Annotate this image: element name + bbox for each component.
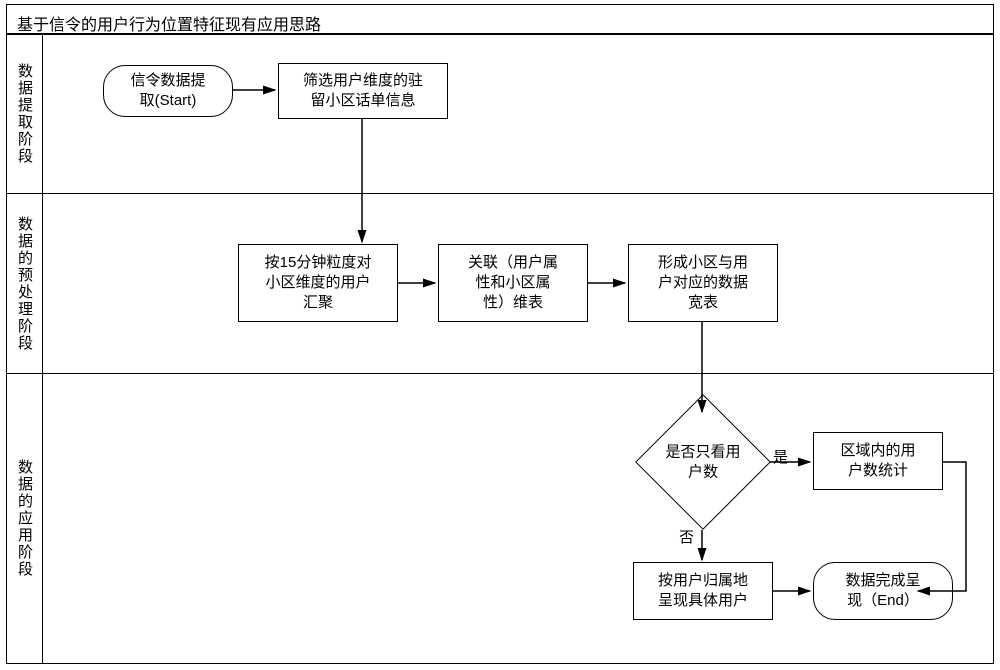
lane-extract: 数据提取阶段 信令数据提 取(Start) 筛选用户维度的驻 留小区话单信息 [6,34,994,194]
decision-only-user-count: 是否只看用 户数 [655,414,751,510]
process-form-wide-table: 形成小区与用 户对应的数据 宽表 [628,244,778,322]
lane-extract-label: 数据提取阶段 [7,35,43,193]
edge-label-yes: 是 [773,446,788,467]
swimlane-container: 数据提取阶段 信令数据提 取(Start) 筛选用户维度的驻 留小区话单信息 数… [6,34,994,664]
edge-label-no: 否 [679,526,694,547]
process-present-by-home-location: 按用户归属地 呈现具体用户 [633,562,773,620]
lane-preprocess-label: 数据的预处理阶段 [7,194,43,373]
diagram-title: 基于信令的用户行为位置特征现有应用思路 [6,4,994,34]
start-terminator: 信令数据提 取(Start) [103,65,233,117]
process-region-user-count: 区域内的用 户数统计 [813,432,943,490]
lane-apply-label: 数据的应用阶段 [7,374,43,663]
process-join-dimension-tables: 关联（用户属 性和小区属 性）维表 [438,244,588,322]
lane-apply: 数据的应用阶段 是否只看用 户数 区域内的用 户数统计 按用户归属地 呈现具体用… [6,374,994,664]
title-text: 基于信令的用户行为位置特征现有应用思路 [17,17,321,34]
end-terminator: 数据完成呈 现（End） [813,562,953,620]
lane-preprocess: 数据的预处理阶段 按15分钟粒度对 小区维度的用户 汇聚 关联（用户属 性和小区… [6,194,994,374]
process-15min-aggregate: 按15分钟粒度对 小区维度的用户 汇聚 [238,244,398,322]
process-filter-user-cell-records: 筛选用户维度的驻 留小区话单信息 [278,63,448,119]
